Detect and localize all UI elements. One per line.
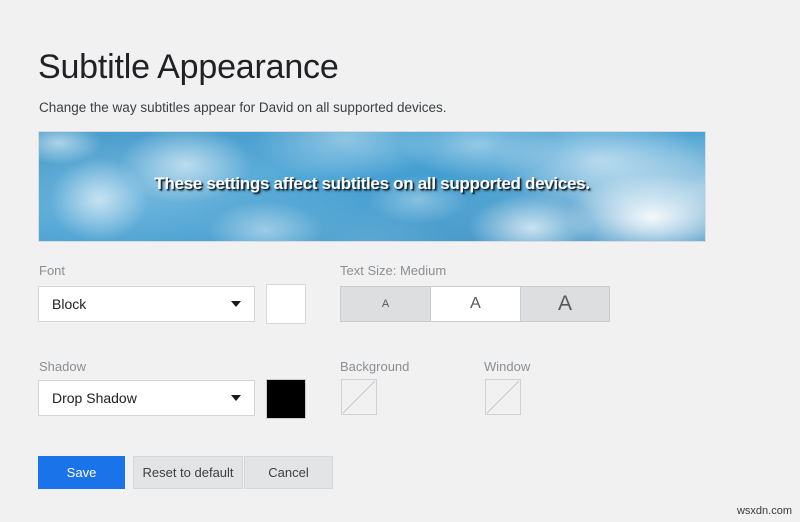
shadow-color-swatch[interactable] bbox=[266, 379, 306, 419]
chevron-down-icon bbox=[231, 395, 241, 401]
text-size-label: Text Size: Medium bbox=[340, 263, 447, 278]
text-size-segmented-control: A A A bbox=[340, 286, 610, 322]
font-select[interactable]: Block bbox=[38, 286, 255, 322]
reset-to-default-button[interactable]: Reset to default bbox=[133, 456, 243, 489]
shadow-select[interactable]: Drop Shadow bbox=[38, 380, 255, 416]
subtitle-appearance-page: Subtitle Appearance Change the way subti… bbox=[0, 0, 800, 522]
preview-subtitle-text: These settings affect subtitles on all s… bbox=[154, 174, 590, 193]
text-size-large-button[interactable]: A bbox=[520, 286, 610, 322]
page-title: Subtitle Appearance bbox=[38, 47, 339, 86]
watermark: wsxdn.com bbox=[736, 505, 792, 517]
no-color-diagonal-icon bbox=[486, 380, 520, 414]
window-label: Window bbox=[484, 359, 531, 374]
text-size-small-button[interactable]: A bbox=[340, 286, 430, 322]
background-label: Background bbox=[340, 359, 410, 374]
no-color-diagonal-icon bbox=[342, 380, 376, 414]
page-description: Change the way subtitles appear for Davi… bbox=[39, 100, 447, 115]
font-select-value: Block bbox=[52, 296, 87, 312]
text-size-medium-button[interactable]: A bbox=[430, 286, 520, 322]
window-color-swatch[interactable] bbox=[485, 379, 521, 415]
shadow-label: Shadow bbox=[39, 359, 86, 374]
chevron-down-icon bbox=[231, 301, 241, 307]
save-button[interactable]: Save bbox=[38, 456, 125, 489]
font-color-swatch[interactable] bbox=[266, 284, 306, 324]
background-color-swatch[interactable] bbox=[341, 379, 377, 415]
shadow-select-value: Drop Shadow bbox=[52, 390, 137, 406]
subtitle-preview: These settings affect subtitles on all s… bbox=[38, 131, 706, 242]
font-label: Font bbox=[39, 263, 66, 278]
cancel-button[interactable]: Cancel bbox=[244, 456, 333, 489]
